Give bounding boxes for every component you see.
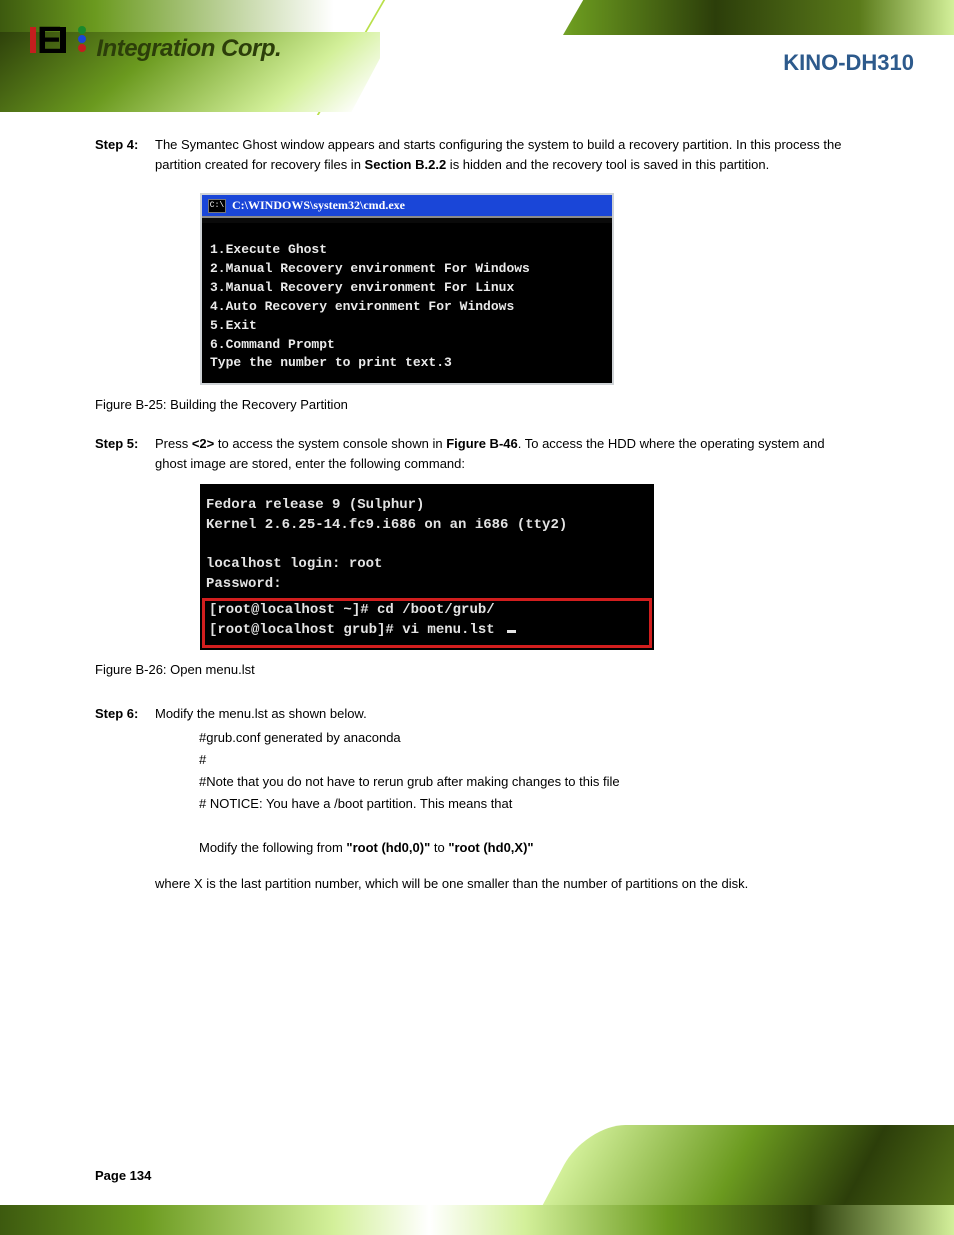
screenshot-cmd-window: C:\ C:\WINDOWS\system32\cmd.exe 1.Execut… (200, 193, 614, 385)
cmd-title: C:\WINDOWS\system32\cmd.exe (232, 198, 405, 213)
logo-mark: E (30, 20, 86, 63)
step-4-ref: Section B.2.2 (365, 157, 447, 172)
grub-l2: # (199, 749, 865, 771)
cmd-line-7: Type the number to print text.3 (210, 355, 452, 370)
figure-caption-1: Figure B-25: Building the Recovery Parti… (95, 397, 865, 412)
footer-curve (543, 1125, 954, 1205)
step-4: Step 4:The Symantec Ghost window appears… (95, 135, 865, 175)
cmd-icon: C:\ (208, 199, 226, 213)
term-r1: [root@localhost ~]# cd /boot/grub/ (209, 602, 495, 618)
screenshot-terminal: Fedora release 9 (Sulphur) Kernel 2.6.25… (200, 484, 654, 649)
note1-c: to (430, 840, 448, 855)
page-content: Step 4:The Symantec Ghost window appears… (95, 135, 865, 895)
term-l3: localhost login: root (206, 556, 382, 572)
step-6-intro: Modify the menu.lst as shown below. (155, 706, 367, 721)
figure-caption-2: Figure B-26: Open menu.lst (95, 662, 865, 677)
step-6-note2: where X is the last partition number, wh… (155, 873, 865, 895)
cmd-line-2: 2.Manual Recovery environment For Window… (210, 261, 530, 276)
step-5: Step 5:Press <2> to access the system co… (95, 434, 865, 474)
note1-a: Modify the following from (199, 840, 346, 855)
cmd-line-6: 6.Command Prompt (210, 337, 335, 352)
cmd-line-4: 4.Auto Recovery environment For Windows (210, 299, 514, 314)
term-l2: Kernel 2.6.25-14.fc9.i686 on an i686 (tt… (206, 517, 567, 533)
grub-l3: #Note that you do not have to rerun grub… (199, 771, 865, 793)
step-6: Step 6:Modify the menu.lst as shown belo… (95, 703, 865, 896)
step-4-label: Step 4: (95, 135, 155, 155)
page-number: Page 134 (95, 1168, 151, 1183)
note1-d: "root (hd0,X)" (448, 840, 533, 855)
step-6-grub-lines: #grub.conf generated by anaconda # #Note… (199, 727, 865, 815)
cursor-icon (507, 630, 516, 633)
step-6-note1: Modify the following from "root (hd0,0)"… (199, 837, 865, 859)
cmd-line-3: 3.Manual Recovery environment For Linux (210, 280, 514, 295)
brand-logo: E Integration Corp. (30, 20, 281, 63)
cmd-body: 1.Execute Ghost 2.Manual Recovery enviro… (202, 218, 612, 383)
cmd-titlebar: C:\ C:\WINDOWS\system32\cmd.exe (202, 195, 612, 218)
step-5-key: <2> (192, 436, 214, 451)
term-l1: Fedora release 9 (Sulphur) (206, 497, 424, 513)
highlight-box: [root@localhost ~]# cd /boot/grub/ [root… (202, 598, 652, 647)
step-6-label: Step 6: (95, 703, 155, 725)
header-band: E Integration Corp. KINO-DH310 (0, 0, 954, 120)
term-r2: [root@localhost grub]# vi menu.lst (209, 622, 503, 638)
step-5-figref: Figure B-46 (446, 436, 518, 451)
grub-l4: # NOTICE: You have a /boot partition. Th… (199, 793, 865, 815)
product-name: KINO-DH310 (783, 50, 914, 76)
cmd-line-1: 1.Execute Ghost (210, 242, 327, 257)
step-4-text-b: is hidden and the recovery tool is saved… (446, 157, 769, 172)
footer-band (0, 1135, 954, 1235)
step-5-mode-b: to access the system console shown in (214, 436, 446, 451)
grub-l1: #grub.conf generated by anaconda (199, 727, 865, 749)
term-l4: Password: (206, 576, 282, 592)
note1-b: "root (hd0,0)" (346, 840, 430, 855)
step-5-label: Step 5: (95, 434, 155, 454)
footer-stripe (0, 1205, 954, 1235)
step-5-mode-a: Press (155, 436, 192, 451)
logo-text: Integration Corp. (96, 35, 281, 63)
cmd-line-5: 5.Exit (210, 318, 257, 333)
